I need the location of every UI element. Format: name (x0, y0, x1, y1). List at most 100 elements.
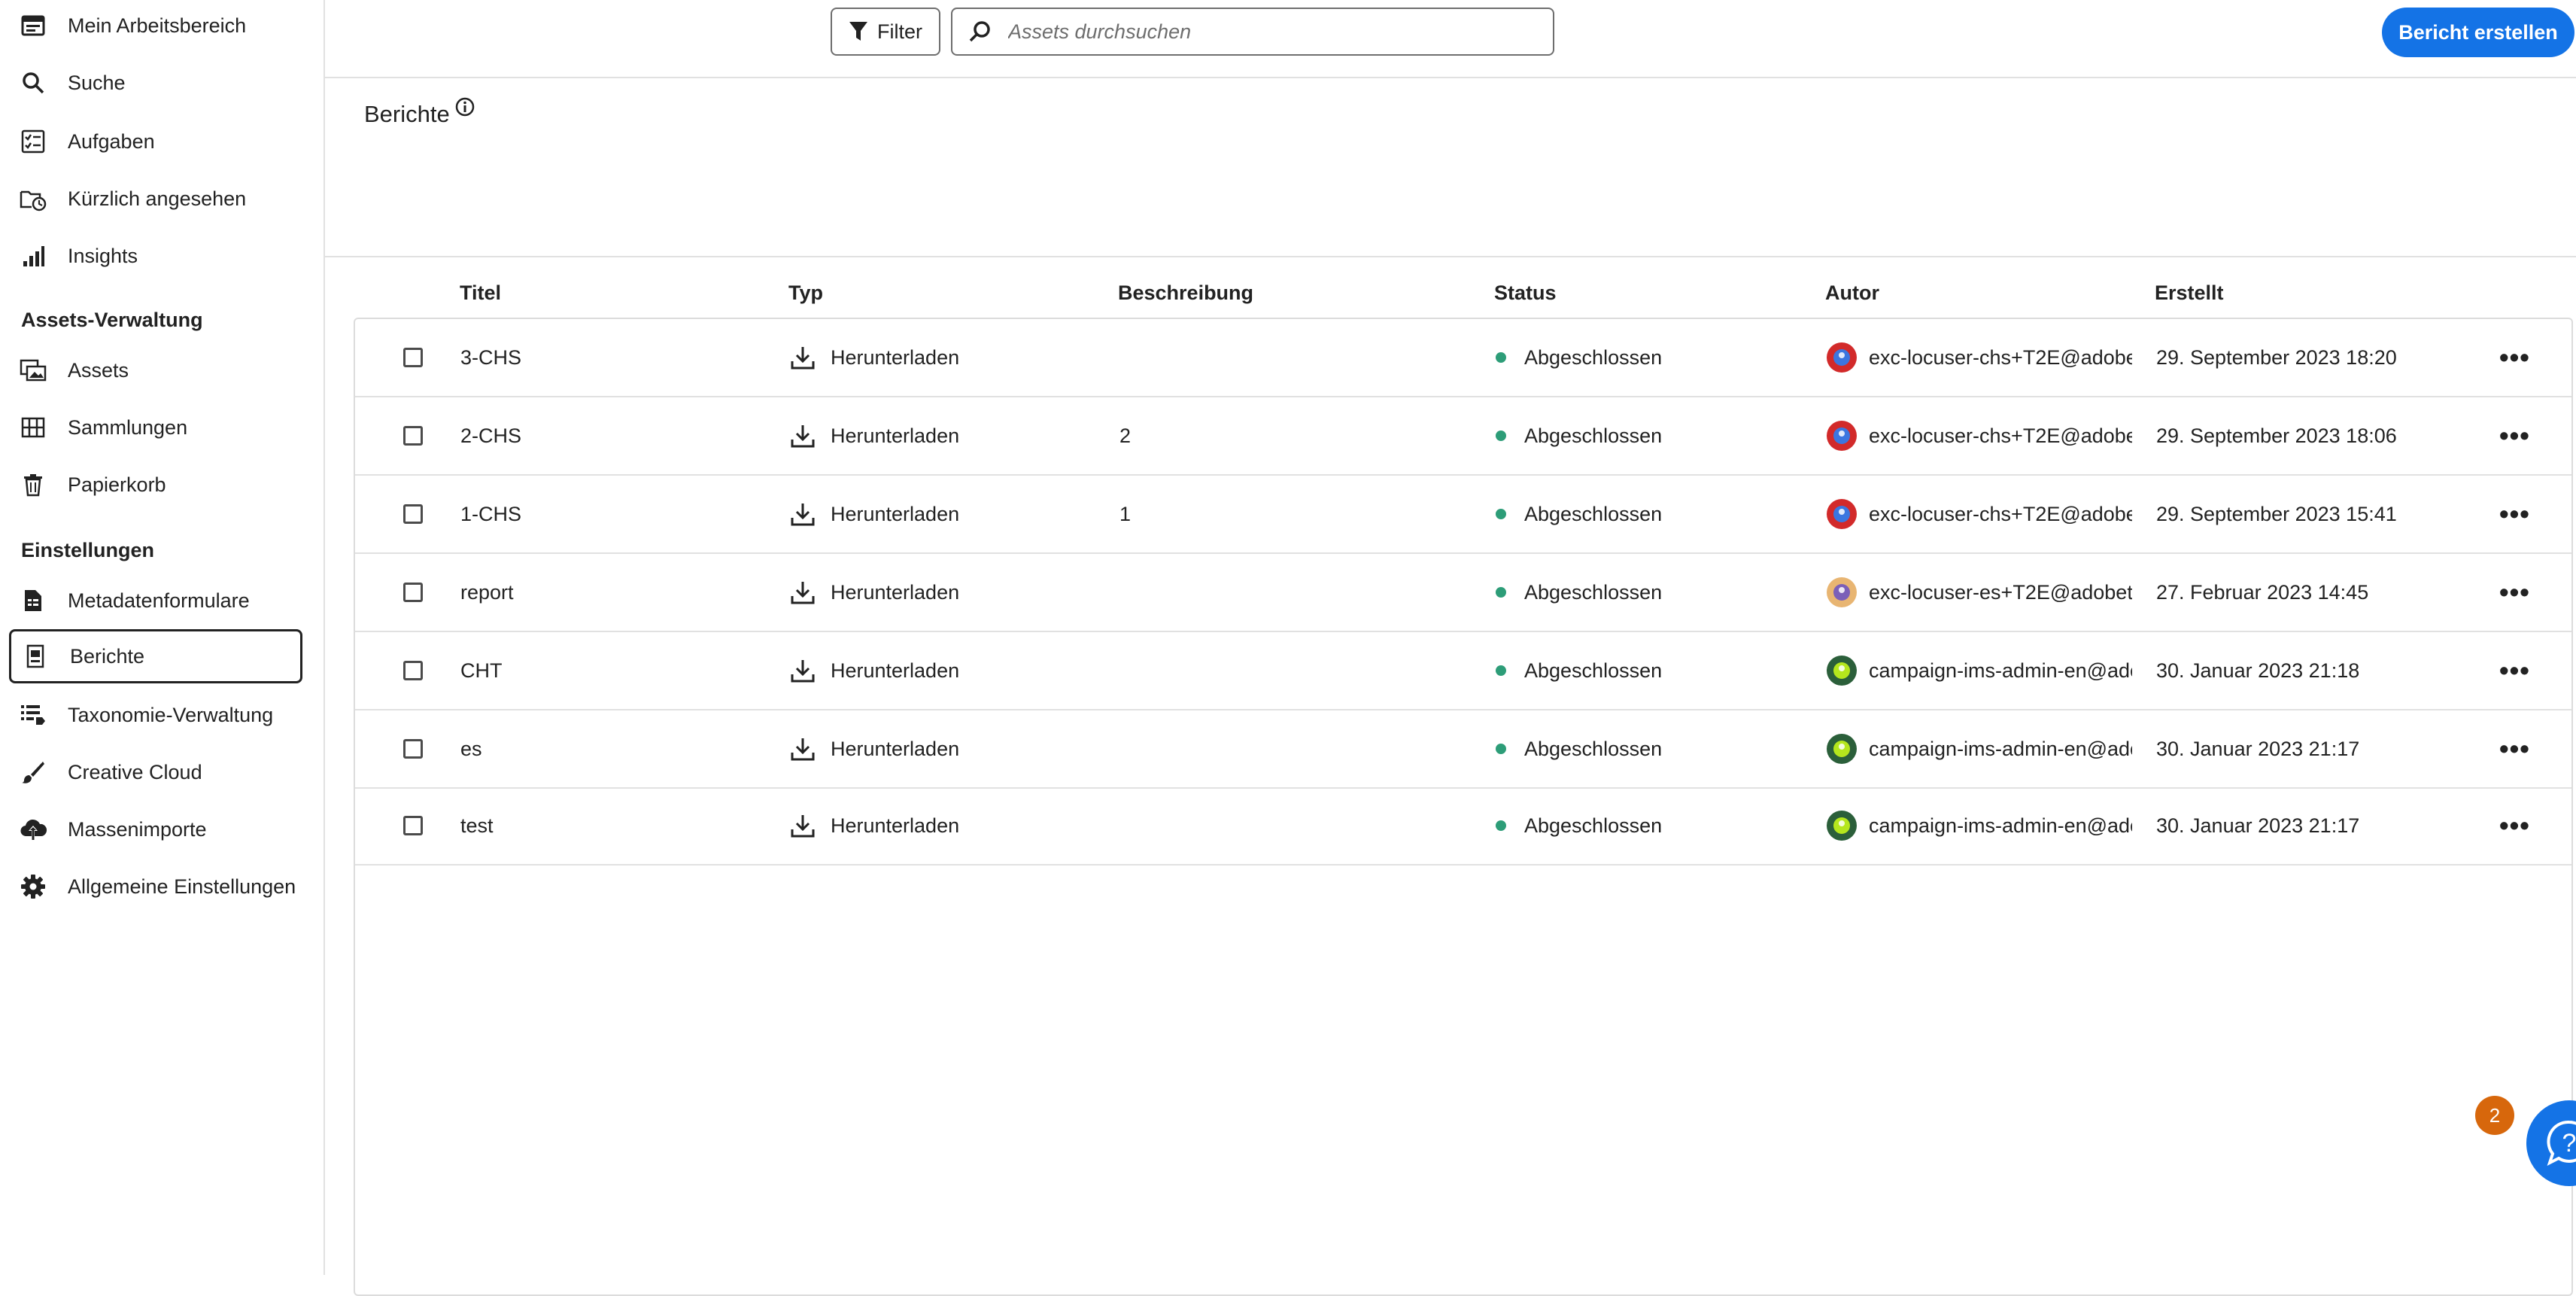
status-dot (1496, 430, 1506, 441)
column-header-author[interactable]: Autor (1825, 281, 1879, 305)
row-checkbox[interactable] (403, 816, 423, 835)
column-header-created[interactable]: Erstellt (2155, 281, 2224, 305)
author-email: campaign-ims-admin-en@ado (1869, 659, 2132, 682)
sidebar-item-assets[interactable]: Assets (9, 343, 302, 397)
sidebar-item-insights[interactable]: Insights (9, 229, 302, 283)
divider (325, 256, 2576, 257)
author-email: exc-locuser-es+T2E@adobetes (1869, 580, 2132, 604)
sidebar-item-reports[interactable]: Berichte (9, 629, 302, 683)
download-icon (791, 582, 815, 604)
metadata-forms-icon (17, 584, 50, 617)
more-actions-icon[interactable]: ••• (2499, 733, 2530, 765)
avatar (1827, 734, 1857, 764)
report-title[interactable]: CHT (460, 632, 503, 709)
sidebar-item-label: Creative Cloud (68, 760, 202, 783)
more-actions-icon[interactable]: ••• (2499, 498, 2530, 530)
avatar (1827, 656, 1857, 686)
sidebar-item-trash[interactable]: Papierkorb (9, 458, 302, 512)
avatar (1827, 577, 1857, 607)
cloud-upload-icon (17, 813, 50, 846)
status-text: Abgeschlossen (1524, 345, 1663, 369)
status-text: Abgeschlossen (1524, 737, 1663, 760)
table-row[interactable]: test Herunterladen Abgeschlossen campaign-i… (355, 787, 2571, 866)
table-row[interactable]: 2-CHS Herunterladen 2 Abgeschlossen exc-locu… (355, 397, 2571, 476)
table-row[interactable]: 3-CHS Herunterladen Abgeschlossen exc-locus… (355, 319, 2571, 397)
sidebar-item-label: Metadatenformulare (68, 589, 250, 612)
sidebar-item-search[interactable]: Suche (9, 56, 302, 110)
more-actions-icon[interactable]: ••• (2499, 655, 2530, 686)
created-date: 30. Januar 2023 21:17 (2156, 737, 2360, 760)
recent-icon (17, 182, 50, 215)
filter-button[interactable]: Filter (831, 8, 940, 56)
table-row[interactable]: report Herunterladen Abgeschlossen exc-locu… (355, 554, 2571, 632)
report-title[interactable]: test (460, 787, 494, 864)
created-date: 29. September 2023 18:06 (2156, 424, 2397, 447)
svg-text:?: ? (2562, 1129, 2576, 1158)
column-header-description[interactable]: Beschreibung (1118, 281, 1253, 305)
table-row[interactable]: CHT Herunterladen Abgeschlossen campaign-im… (355, 632, 2571, 710)
status-dot (1496, 509, 1506, 519)
reports-table: 3-CHS Herunterladen Abgeschlossen exc-locus… (354, 318, 2573, 1296)
avatar (1827, 342, 1857, 373)
download-icon (791, 815, 815, 838)
sidebar-item-recent[interactable]: Kürzlich angesehen (9, 172, 302, 226)
info-icon[interactable] (454, 96, 475, 117)
report-title[interactable]: es (460, 710, 482, 787)
status-dot (1496, 352, 1506, 363)
tasks-icon (17, 125, 50, 158)
brush-icon (17, 756, 50, 789)
sidebar-item-taxonomy[interactable]: Taxonomie-Verwaltung (9, 688, 302, 742)
row-checkbox[interactable] (403, 739, 423, 759)
sidebar-item-bulk-imports[interactable]: Massenimporte (9, 802, 302, 856)
sidebar-item-workspace[interactable]: Mein Arbeitsbereich (9, 0, 302, 53)
column-header-title[interactable]: Titel (460, 281, 501, 305)
column-header-type[interactable]: Typ (788, 281, 823, 305)
create-report-button[interactable]: Bericht erstellen (2382, 8, 2574, 57)
row-checkbox[interactable] (403, 661, 423, 680)
more-actions-icon[interactable]: ••• (2499, 420, 2530, 452)
sidebar-item-general-settings[interactable]: Allgemeine Einstellungen (9, 859, 302, 914)
sidebar-item-tasks[interactable]: Aufgaben (9, 114, 302, 169)
row-checkbox[interactable] (403, 426, 423, 446)
status-dot (1496, 820, 1506, 831)
report-type: Herunterladen (831, 737, 960, 760)
report-type: Herunterladen (831, 814, 960, 837)
section-title-settings: Einstellungen (21, 539, 155, 561)
sidebar-item-creative-cloud[interactable]: Creative Cloud (9, 745, 302, 799)
workspace-icon (17, 9, 50, 42)
trash-icon (17, 468, 50, 501)
avatar (1827, 811, 1857, 841)
more-actions-icon[interactable]: ••• (2499, 810, 2530, 841)
row-checkbox[interactable] (403, 583, 423, 602)
report-description: 1 (1119, 502, 1132, 525)
download-icon (791, 660, 815, 683)
row-checkbox[interactable] (403, 348, 423, 367)
report-title[interactable]: 3-CHS (460, 319, 521, 396)
created-date: 30. Januar 2023 21:18 (2156, 659, 2360, 682)
author-email: exc-locuser-chs+T2E@adobete (1869, 502, 2132, 525)
avatar (1827, 499, 1857, 529)
sidebar-item-label: Kürzlich angesehen (68, 187, 247, 210)
report-description: 2 (1119, 424, 1132, 447)
row-checkbox[interactable] (403, 504, 423, 524)
sidebar-item-metadata-forms[interactable]: Metadatenformulare (9, 573, 302, 628)
report-type: Herunterladen (831, 580, 960, 604)
reports-icon (19, 640, 52, 673)
table-row[interactable]: 1-CHS Herunterladen 1 Abgeschlossen exc-locu… (355, 476, 2571, 554)
more-actions-icon[interactable]: ••• (2499, 342, 2530, 373)
assets-icon (17, 354, 50, 387)
search-field[interactable] (951, 8, 1554, 56)
more-actions-icon[interactable]: ••• (2499, 577, 2530, 608)
report-type: Herunterladen (831, 502, 960, 525)
report-title[interactable]: 1-CHS (460, 476, 521, 552)
report-title[interactable]: 2-CHS (460, 397, 521, 474)
collections-icon (17, 411, 50, 444)
report-title[interactable]: report (460, 554, 514, 631)
column-header-status[interactable]: Status (1494, 281, 1557, 305)
report-type: Herunterladen (831, 659, 960, 682)
table-row[interactable]: es Herunterladen Abgeschlossen campaign-ims… (355, 710, 2571, 789)
search-input[interactable] (1007, 19, 1521, 44)
sidebar-item-collections[interactable]: Sammlungen (9, 400, 302, 455)
status-text: Abgeschlossen (1524, 424, 1663, 447)
insights-icon (17, 239, 50, 272)
